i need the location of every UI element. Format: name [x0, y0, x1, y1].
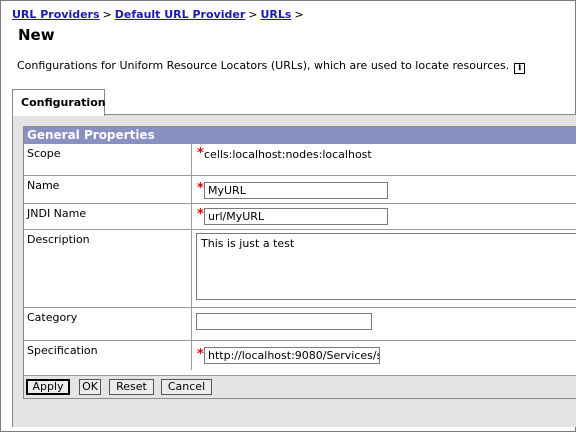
- specification-row: Specification * http://localhost:9080/Se…: [24, 341, 576, 370]
- cancel-button[interactable]: Cancel: [161, 379, 212, 395]
- breadcrumb-separator: >: [294, 8, 304, 21]
- tab-configuration[interactable]: Configuration: [12, 89, 106, 116]
- breadcrumb-default-url-provider[interactable]: Default URL Provider: [115, 8, 245, 21]
- jndi-name-label: JNDI Name: [24, 204, 192, 229]
- reset-button[interactable]: Reset: [109, 379, 154, 395]
- scope-value: cells:localhost:nodes:localhost: [204, 148, 372, 161]
- breadcrumb-separator: >: [102, 8, 112, 21]
- required-marker: *: [197, 146, 204, 161]
- name-label: Name: [24, 176, 192, 203]
- jndi-name-row: JNDI Name * url/MyURL: [24, 204, 576, 230]
- info-icon[interactable]: i: [514, 63, 526, 74]
- name-row: Name * MyURL: [24, 176, 576, 204]
- category-input[interactable]: [196, 313, 372, 330]
- apply-button[interactable]: Apply: [26, 379, 70, 395]
- general-properties-table: General Properties Scope * cells:localho…: [23, 126, 576, 399]
- page-description-text: Configurations for Uniform Resource Loca…: [17, 59, 510, 72]
- description-textarea[interactable]: This is just a test: [196, 233, 576, 300]
- scope-label: Scope: [24, 144, 192, 175]
- scope-row: Scope * cells:localhost:nodes:localhost: [24, 144, 576, 176]
- description-label: Description: [24, 230, 192, 307]
- specification-label: Specification: [24, 341, 192, 370]
- required-marker: *: [197, 207, 204, 222]
- page-description: Configurations for Uniform Resource Loca…: [17, 59, 526, 74]
- category-label: Category: [24, 308, 192, 340]
- category-row: Category: [24, 308, 576, 341]
- page-title: New: [18, 26, 55, 44]
- button-bar: Apply OK Reset Cancel: [24, 375, 576, 398]
- specification-input[interactable]: http://localhost:9080/Services/servic: [204, 347, 380, 364]
- breadcrumb-url-providers[interactable]: URL Providers: [12, 8, 100, 21]
- breadcrumb: URL Providers > Default URL Provider > URLs >: [12, 8, 307, 21]
- general-properties-header: General Properties: [24, 127, 576, 144]
- breadcrumb-urls[interactable]: URLs: [260, 8, 291, 21]
- ok-button[interactable]: OK: [79, 379, 101, 395]
- name-input[interactable]: MyURL: [204, 182, 388, 199]
- required-marker: *: [197, 347, 204, 362]
- required-marker: *: [197, 181, 204, 196]
- description-row: Description This is just a test: [24, 230, 576, 308]
- jndi-name-input[interactable]: url/MyURL: [204, 208, 388, 225]
- breadcrumb-separator: >: [248, 8, 258, 21]
